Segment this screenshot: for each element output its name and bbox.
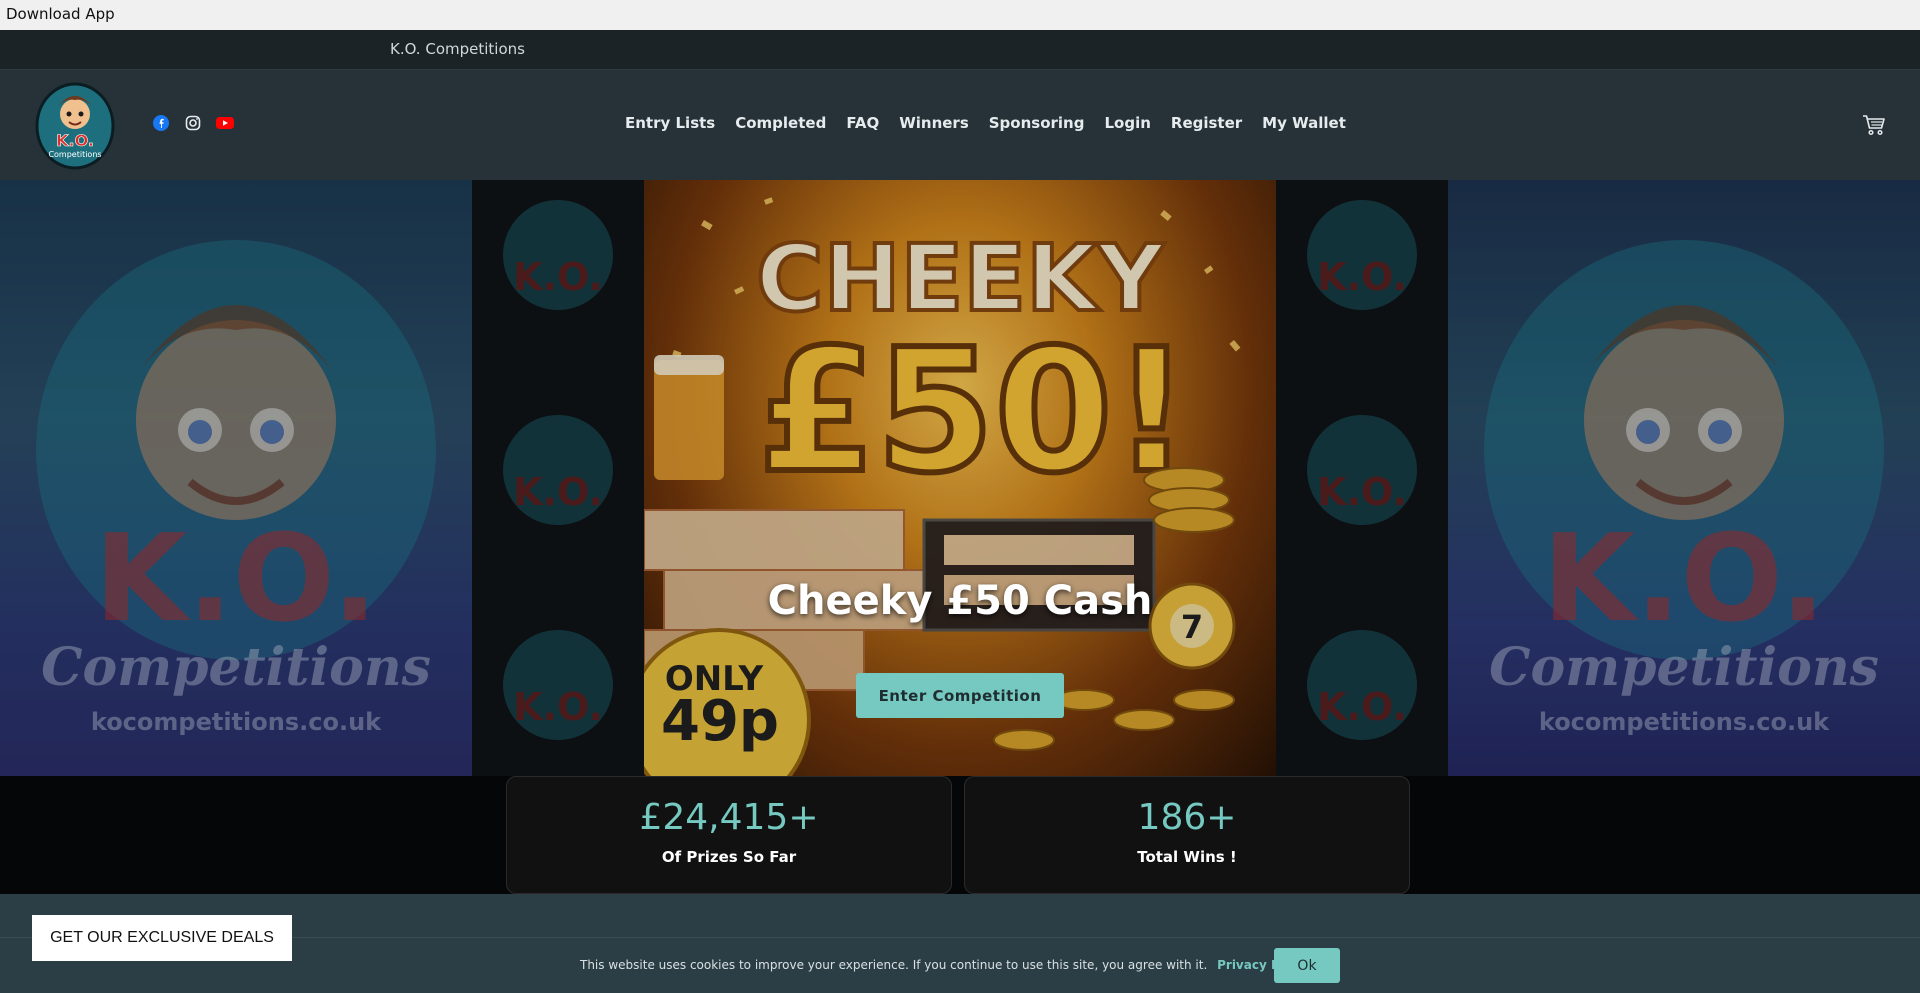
nav-faq[interactable]: FAQ bbox=[846, 114, 879, 132]
nav-completed[interactable]: Completed bbox=[735, 114, 826, 132]
stat-card-wins: 186+ Total Wins ! bbox=[964, 776, 1410, 894]
nav-my-wallet[interactable]: My Wallet bbox=[1262, 114, 1346, 132]
stat-prizes-label: Of Prizes So Far bbox=[661, 848, 797, 866]
nav-sponsoring[interactable]: Sponsoring bbox=[989, 114, 1085, 132]
enter-competition-button[interactable]: Enter Competition bbox=[856, 673, 1064, 718]
cookie-message: This website uses cookies to improve you… bbox=[580, 958, 1311, 972]
hero-title: Cheeky £50 Cash bbox=[767, 578, 1153, 624]
stat-card-prizes: £24,415+ Of Prizes So Far bbox=[506, 776, 952, 894]
cookie-ok-button[interactable]: Ok bbox=[1274, 948, 1340, 983]
nav-register[interactable]: Register bbox=[1171, 114, 1242, 132]
stats-section: £24,415+ Of Prizes So Far 186+ Total Win… bbox=[0, 776, 1920, 894]
instagram-icon[interactable] bbox=[184, 114, 202, 132]
stat-wins-value: 186+ bbox=[1137, 797, 1237, 838]
social-links bbox=[152, 114, 234, 132]
hero-banner: K.O. Competitions kocompetitions.co.uk K… bbox=[0, 180, 1920, 776]
exclusive-deals-button[interactable]: GET OUR EXCLUSIVE DEALS bbox=[32, 915, 292, 961]
cart-icon[interactable] bbox=[1862, 114, 1886, 136]
cookie-message-text: This website uses cookies to improve you… bbox=[580, 958, 1208, 972]
stat-prizes-value: £24,415+ bbox=[639, 797, 819, 838]
facebook-icon[interactable] bbox=[152, 114, 170, 132]
download-app-bar[interactable]: Download App bbox=[0, 0, 1920, 30]
nav-winners[interactable]: Winners bbox=[899, 114, 969, 132]
nav-login[interactable]: Login bbox=[1104, 114, 1150, 132]
logo-competitions-text: Competitions bbox=[48, 150, 101, 159]
logo-ko-text: K.O. bbox=[56, 131, 94, 150]
site-name: K.O. Competitions bbox=[390, 40, 525, 58]
stat-wins-label: Total Wins ! bbox=[1137, 848, 1237, 866]
nav-entry-lists[interactable]: Entry Lists bbox=[625, 114, 715, 132]
youtube-icon[interactable] bbox=[216, 114, 234, 132]
site-header: K.O. Competitions Entry Lists Completed … bbox=[0, 70, 1920, 180]
download-app-label[interactable]: Download App bbox=[6, 5, 115, 23]
logo[interactable]: K.O. Competitions bbox=[34, 80, 116, 170]
top-strip: K.O. Competitions bbox=[0, 30, 1920, 70]
main-nav: Entry Lists Completed FAQ Winners Sponso… bbox=[625, 114, 1346, 132]
